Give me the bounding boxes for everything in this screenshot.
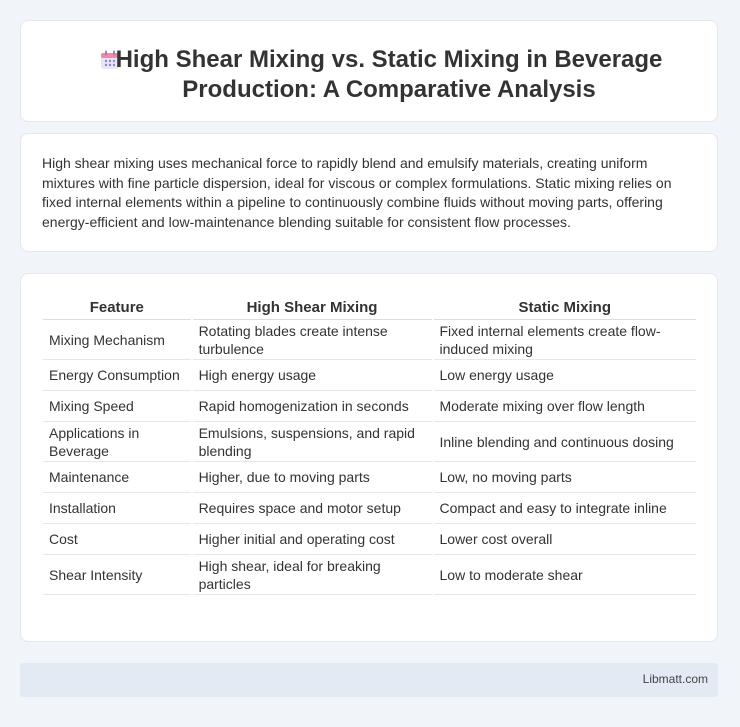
high-shear-cell: Rapid homogenization in seconds <box>192 391 432 422</box>
table-row: Mixing Mechanism Rotating blades create … <box>43 320 696 360</box>
high-shear-cell: Higher initial and operating cost <box>192 524 432 555</box>
feature-cell: Maintenance <box>43 462 191 493</box>
static-cell: Moderate mixing over flow length <box>433 391 696 422</box>
feature-cell: Shear Intensity <box>43 555 191 595</box>
comparison-card: Feature High Shear Mixing Static Mixing … <box>20 273 718 642</box>
high-shear-cell: High shear, ideal for breaking particles <box>192 555 432 595</box>
table-row: Shear Intensity High shear, ideal for br… <box>43 555 696 595</box>
high-shear-cell: Requires space and motor setup <box>192 493 432 524</box>
static-cell: Low energy usage <box>433 360 696 391</box>
table-row: Maintenance Higher, due to moving parts … <box>43 462 696 493</box>
static-cell: Inline blending and continuous dosing <box>433 422 696 462</box>
feature-cell: Energy Consumption <box>43 360 191 391</box>
static-cell: Low, no moving parts <box>433 462 696 493</box>
high-shear-cell: High energy usage <box>192 360 432 391</box>
high-shear-cell: Emulsions, suspensions, and rapid blendi… <box>192 422 432 462</box>
header-static: Static Mixing <box>433 296 696 320</box>
static-cell: Lower cost overall <box>433 524 696 555</box>
high-shear-cell: Higher, due to moving parts <box>192 462 432 493</box>
high-shear-cell: Rotating blades create intense turbulenc… <box>192 320 432 360</box>
feature-cell: Mixing Mechanism <box>43 320 191 360</box>
table-header-row: Feature High Shear Mixing Static Mixing <box>43 296 696 320</box>
static-cell: Low to moderate shear <box>433 555 696 595</box>
table-row: Installation Requires space and motor se… <box>43 493 696 524</box>
comparison-table: Feature High Shear Mixing Static Mixing … <box>41 296 698 595</box>
page-title: High Shear Mixing vs. Static Mixing in B… <box>115 46 663 103</box>
footer-site-link[interactable]: Libmatt.com <box>643 672 708 686</box>
table-row: Energy Consumption High energy usage Low… <box>43 360 696 391</box>
header-feature: Feature <box>43 296 191 320</box>
footer-bar: Libmatt.com <box>20 663 718 697</box>
feature-cell: Cost <box>43 524 191 555</box>
table-row: Cost Higher initial and operating cost L… <box>43 524 696 555</box>
table-row: Applications in Beverage Emulsions, susp… <box>43 422 696 462</box>
feature-cell: Mixing Speed <box>43 391 191 422</box>
intro-card: High shear mixing uses mechanical force … <box>20 133 718 252</box>
table-row: Mixing Speed Rapid homogenization in sec… <box>43 391 696 422</box>
static-cell: Fixed internal elements create flow-indu… <box>433 320 696 360</box>
feature-cell: Installation <box>43 493 191 524</box>
header-high-shear: High Shear Mixing <box>192 296 432 320</box>
static-cell: Compact and easy to integrate inline <box>433 493 696 524</box>
title-card: High Shear Mixing vs. Static Mixing in B… <box>20 20 718 122</box>
feature-cell: Applications in Beverage <box>43 422 191 462</box>
intro-paragraph: High shear mixing uses mechanical force … <box>42 155 672 230</box>
